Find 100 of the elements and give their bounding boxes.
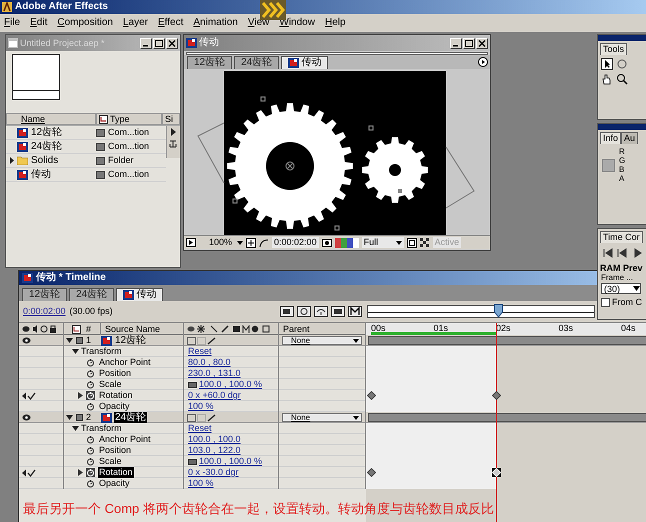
tab[interactable]: 12齿轮 [22, 288, 68, 301]
property-value[interactable]: 100 % [188, 401, 214, 412]
stopwatch-icon[interactable] [86, 479, 95, 488]
label-icon[interactable] [72, 324, 81, 334]
chain-link-icon[interactable] [188, 458, 197, 464]
stopwatch-icon[interactable] [86, 446, 95, 455]
hand-icon[interactable] [601, 73, 613, 85]
comp-button-icon[interactable] [297, 306, 311, 317]
column-header[interactable]: # [86, 323, 92, 335]
property-name[interactable]: Anchor Point [98, 357, 152, 368]
frame-blending-icon[interactable] [331, 306, 345, 317]
current-time[interactable]: 0:00:02:00 [23, 306, 66, 317]
layer-handle[interactable] [260, 96, 266, 102]
time-navigator[interactable] [367, 305, 595, 318]
menu-item[interactable]: Layer [122, 17, 148, 29]
menu-item[interactable]: File [4, 17, 20, 29]
layer-switches-icon[interactable] [187, 336, 217, 344]
property-value[interactable]: 230.0 , 131.0 [188, 368, 241, 379]
menu-item[interactable]: View [248, 17, 270, 29]
close-button[interactable] [166, 38, 178, 48]
rotate-icon[interactable] [616, 58, 628, 70]
motion-blur-icon[interactable] [348, 306, 362, 317]
layer-handle[interactable] [368, 126, 374, 130]
menu-item[interactable]: Animation [193, 17, 238, 29]
reset-link[interactable]: Reset [188, 423, 212, 434]
panel-menu-icon[interactable] [478, 57, 488, 67]
current-time-field[interactable]: 0:00:02:00 [272, 237, 319, 248]
menu-item[interactable]: Effect [158, 17, 184, 29]
comp-button-icon[interactable] [280, 306, 294, 317]
current-time-indicator-icon[interactable] [494, 304, 503, 318]
reset-link[interactable]: Reset [188, 346, 212, 357]
tab[interactable]: Time Cor [600, 231, 643, 243]
collapsed-triangle-icon[interactable] [10, 157, 14, 164]
property-value[interactable]: 100.0 , 100.0 [188, 434, 241, 445]
property-name[interactable]: Rotation [98, 467, 134, 478]
property-name[interactable]: Rotation [98, 390, 134, 401]
keyframe-navigator-icon[interactable] [22, 392, 36, 400]
keyframe-navigator-icon[interactable] [22, 468, 36, 476]
property-name[interactable]: Scale [98, 456, 123, 467]
property-value[interactable]: 103.0 , 122.0 [188, 445, 241, 456]
small-gear[interactable] [362, 137, 428, 203]
anchor-point-icon[interactable] [286, 162, 294, 170]
menu-item[interactable]: Help [324, 17, 346, 29]
frame-rate-dropdown[interactable]: (30) [601, 283, 641, 294]
snapshot-icon[interactable] [322, 238, 332, 247]
layer-handle[interactable] [398, 189, 402, 193]
tab[interactable]: Tools [600, 43, 628, 55]
parent-dropdown[interactable]: None [282, 336, 362, 345]
column-header[interactable]: Si [162, 113, 180, 125]
chain-link-icon[interactable] [188, 382, 197, 388]
safe-zones-icon[interactable] [246, 238, 256, 248]
close-button[interactable] [476, 38, 488, 48]
stopwatch-icon[interactable] [86, 457, 95, 466]
project-item[interactable]: 传动 Com...tion [6, 168, 166, 182]
property-name[interactable]: Opacity [98, 478, 131, 489]
flowchart-icon[interactable] [99, 114, 108, 124]
tab[interactable]: 24齿轮 [69, 288, 114, 301]
mask-icon[interactable] [259, 238, 270, 248]
eye-icon[interactable] [22, 414, 31, 421]
stopwatch-icon[interactable] [86, 369, 95, 378]
property-name[interactable]: Position [98, 368, 132, 379]
tab[interactable]: 传动 [281, 56, 328, 69]
shy-layers-icon[interactable] [314, 306, 328, 317]
menu-item[interactable]: Composition [57, 17, 113, 29]
property-name[interactable]: Position [98, 445, 132, 456]
hierarchy-icon[interactable] [167, 138, 179, 150]
tab[interactable]: 传动 [116, 288, 164, 301]
dropdown-arrow-icon[interactable] [237, 240, 244, 244]
stopwatch-icon[interactable] [86, 358, 95, 367]
eye-icon[interactable] [22, 337, 31, 344]
property-name[interactable]: Scale [98, 379, 123, 390]
large-gear[interactable] [227, 103, 353, 229]
maximize-button[interactable] [463, 38, 475, 48]
tab[interactable]: Info [600, 132, 622, 144]
av-switches-icon[interactable] [22, 325, 58, 333]
property-name[interactable]: Opacity [98, 401, 131, 412]
layer-handle[interactable] [232, 198, 238, 204]
collapse-triangle-icon[interactable] [78, 392, 83, 399]
channel-colors-icon[interactable] [334, 238, 359, 248]
layer-name[interactable]: 24齿轮 [114, 412, 148, 423]
project-item[interactable]: Solids Folder [6, 154, 166, 168]
property-value[interactable]: 80.0 , 80.0 [188, 357, 231, 368]
resolution-dropdown[interactable]: Full [362, 237, 404, 248]
zoom-dropdown[interactable]: 100% [199, 237, 234, 248]
property-value[interactable]: 100.0 , 100.0 % [199, 456, 262, 467]
layer-name[interactable]: 12齿轮 [114, 335, 148, 346]
transparency-grid-icon[interactable] [420, 238, 430, 248]
stopwatch-icon[interactable] [86, 402, 95, 411]
menu-item[interactable]: Edit [30, 17, 48, 29]
property-value[interactable]: 100.0 , 100.0 % [199, 379, 262, 390]
tab[interactable]: Au [621, 132, 638, 144]
property-value[interactable]: 100 % [188, 478, 214, 489]
preview-icon[interactable] [186, 238, 196, 247]
from-current-checkbox[interactable] [601, 298, 610, 306]
layer-switches-icon[interactable] [187, 414, 217, 422]
layer-handle[interactable] [334, 226, 340, 230]
tab[interactable]: 12齿轮 [187, 56, 232, 69]
property-value[interactable]: 0 x -30.0 dgr [188, 467, 239, 478]
playback-buttons-icon[interactable] [603, 247, 643, 259]
stopwatch-icon[interactable] [86, 380, 95, 389]
